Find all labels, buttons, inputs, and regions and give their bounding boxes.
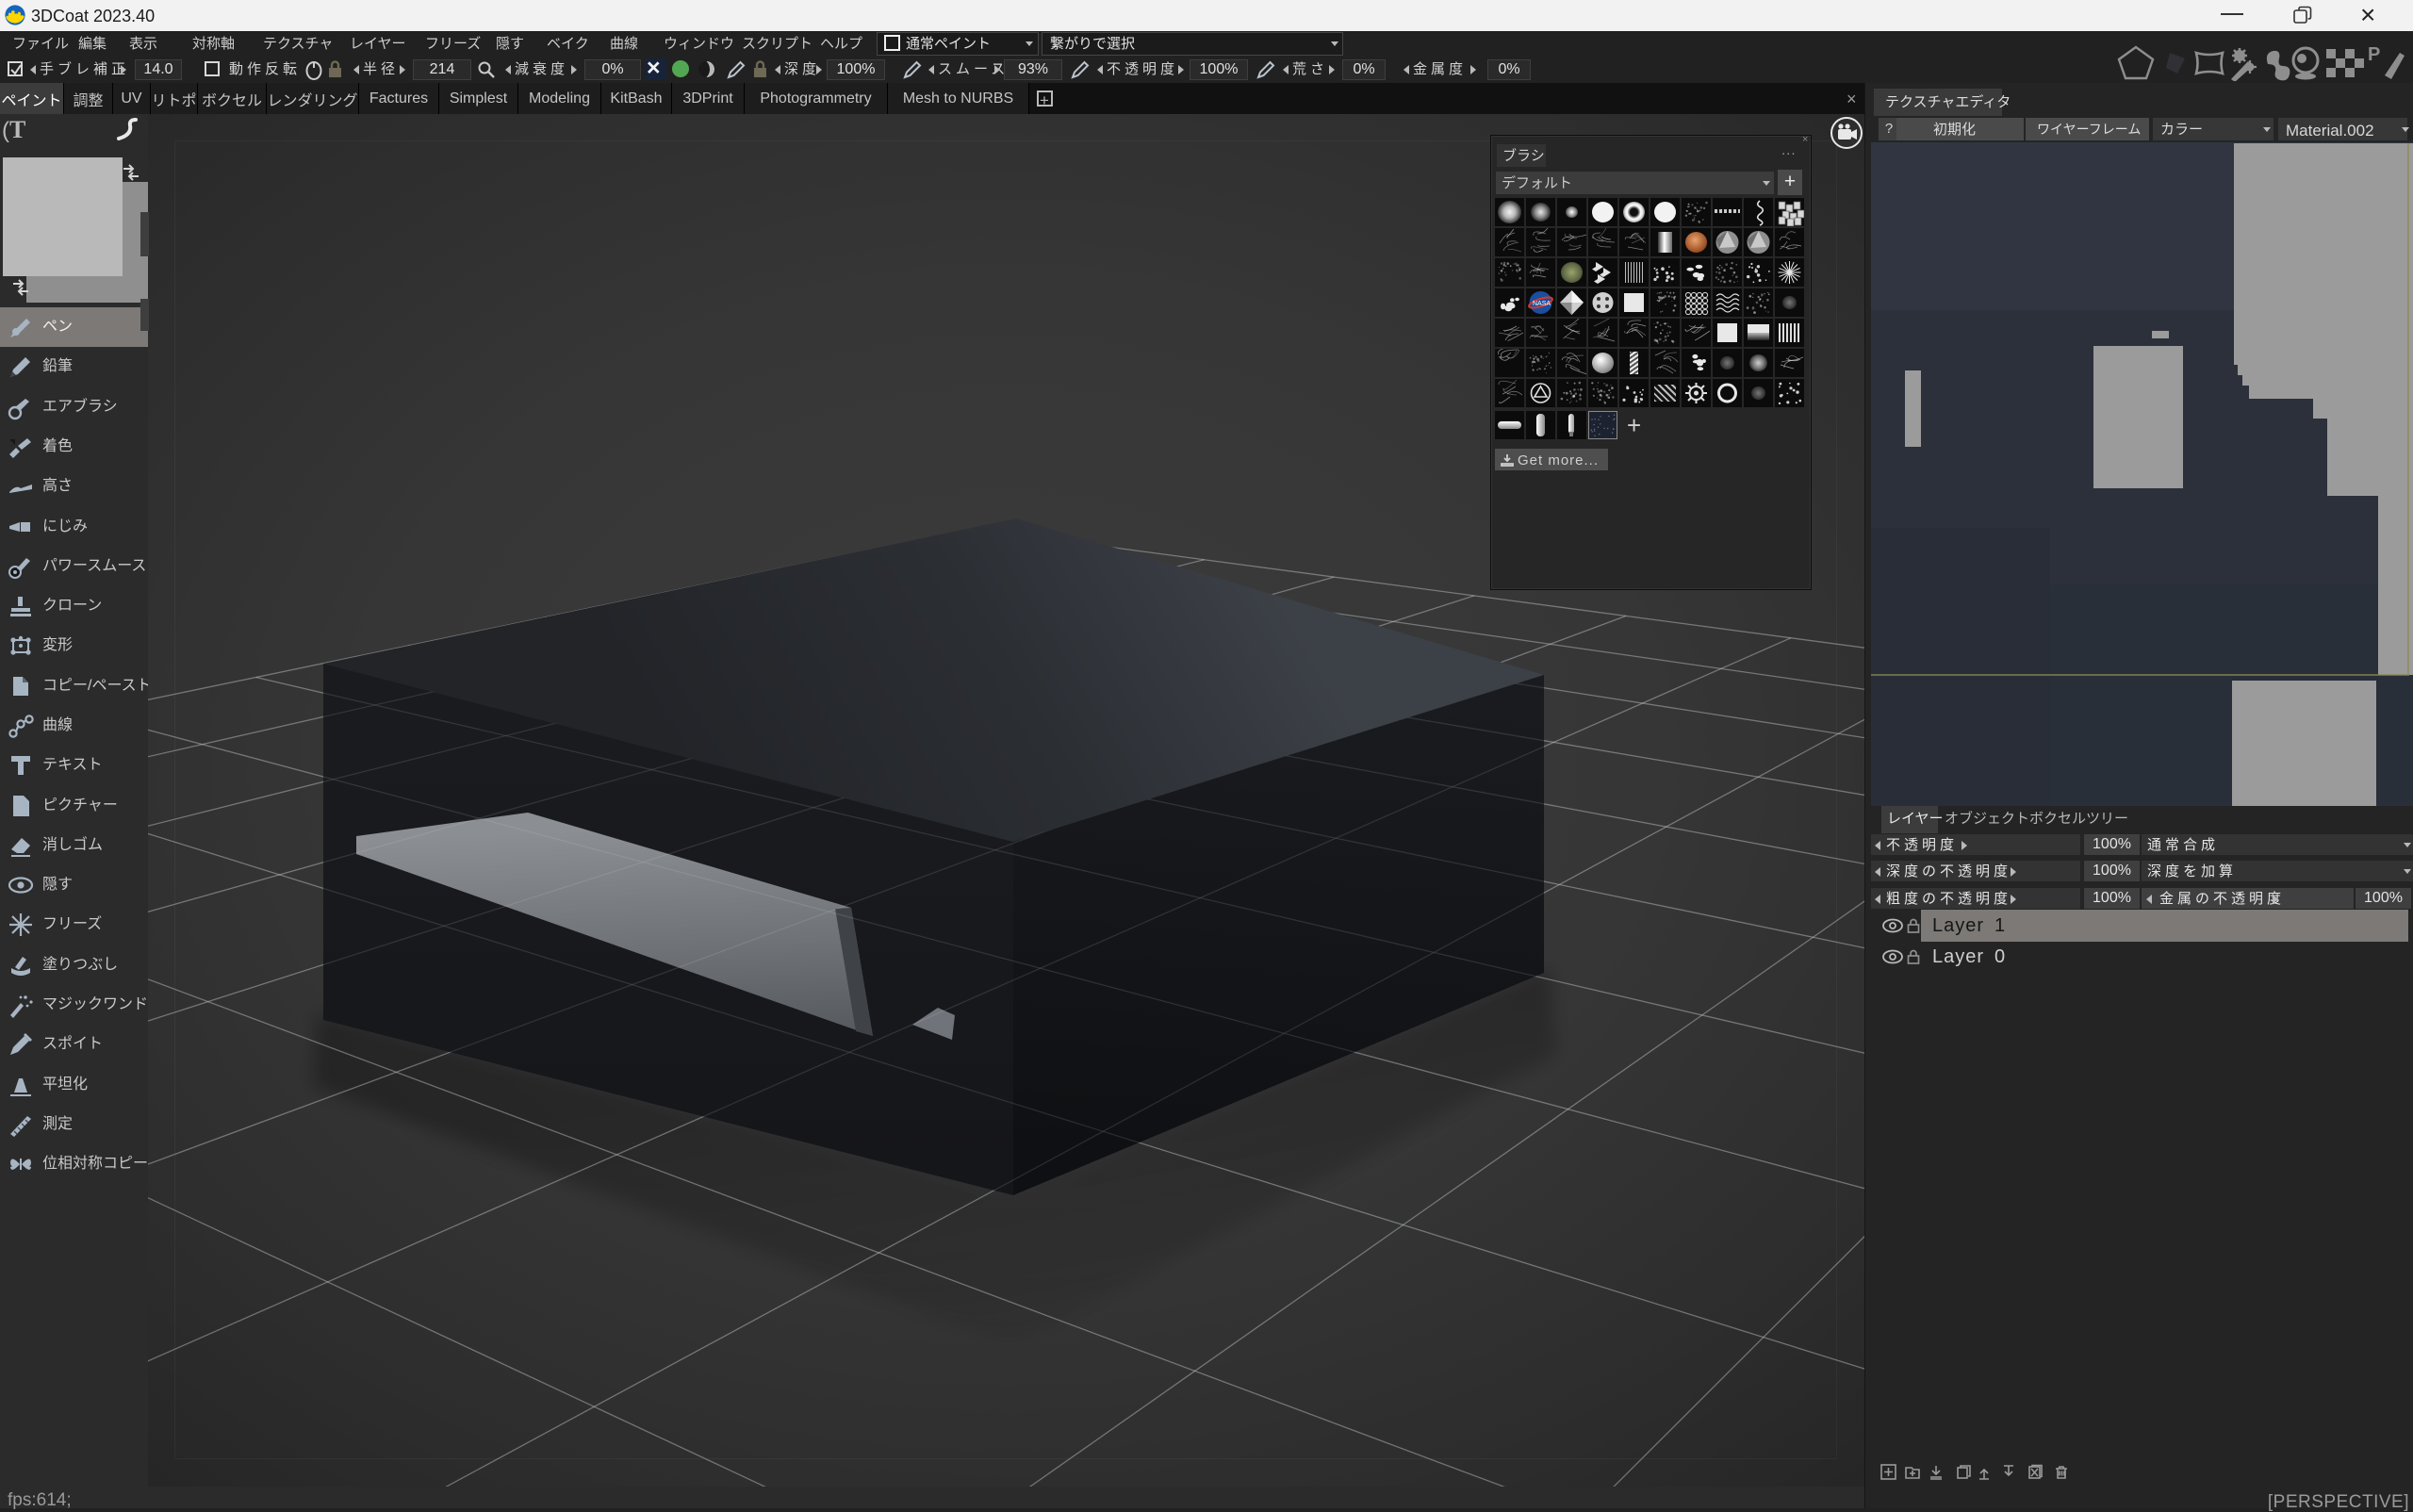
svg-text:P: P [2368,44,2380,65]
svg-text:NASA: NASA [1533,301,1551,307]
